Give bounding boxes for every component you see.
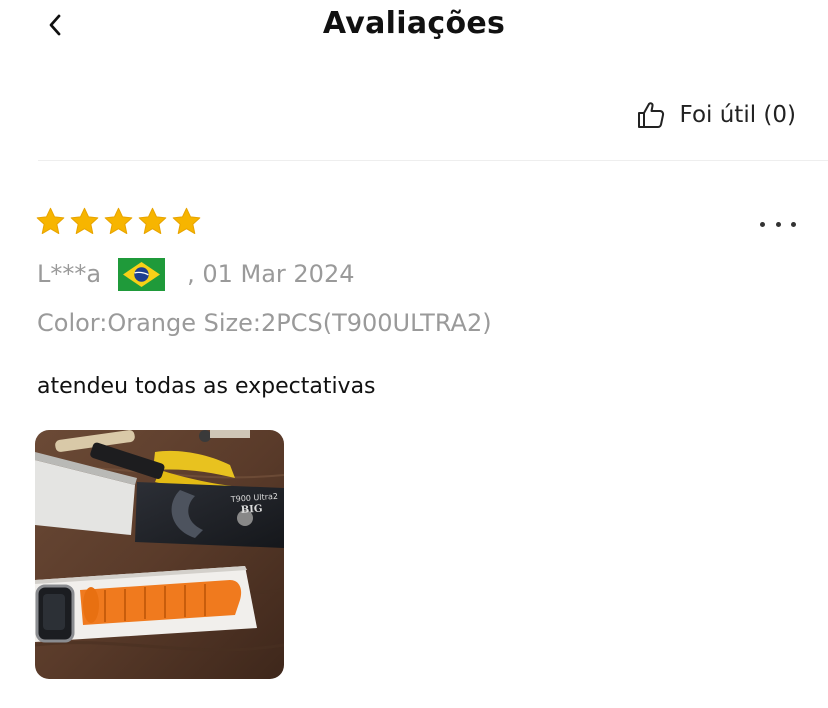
review-date: , 01 Mar 2024: [187, 260, 355, 288]
more-options-icon-dot: [791, 221, 796, 227]
review-text: atendeu todas as expectativas: [37, 374, 376, 399]
star-icon: [36, 207, 65, 235]
brazil-flag-icon: [118, 257, 166, 291]
divider: [38, 160, 828, 161]
star-icon: [104, 207, 133, 235]
header: Avaliações: [0, 0, 828, 52]
star-icon: [70, 207, 99, 235]
author-name: L***a: [37, 260, 102, 288]
review-meta: L***a , 01 Mar 2024: [37, 256, 355, 292]
star-rating: [35, 206, 202, 237]
more-options-icon: [760, 221, 765, 227]
more-options-icon-dot: [775, 221, 781, 227]
helpful-button[interactable]: Foi útil (0): [636, 96, 796, 134]
thumbs-up-icon: [637, 102, 664, 128]
sku-info: Color:Orange Size:2PCS(T900ULTRA2): [37, 309, 492, 337]
star-icon: [172, 207, 201, 235]
box-label-line2: BIG: [240, 504, 262, 516]
helpful-label: Foi útil (0): [679, 102, 796, 128]
reviews-page: Avaliações Foi útil (0) L***a , 01 Mar 2…: [0, 0, 828, 708]
review-photo-image: T900 Ultra2 BIG: [35, 430, 284, 679]
star-icon: [138, 207, 167, 235]
page-title: Avaliações: [322, 6, 506, 41]
more-options-button[interactable]: [760, 212, 796, 236]
review-photo[interactable]: T900 Ultra2 BIG: [35, 430, 284, 679]
